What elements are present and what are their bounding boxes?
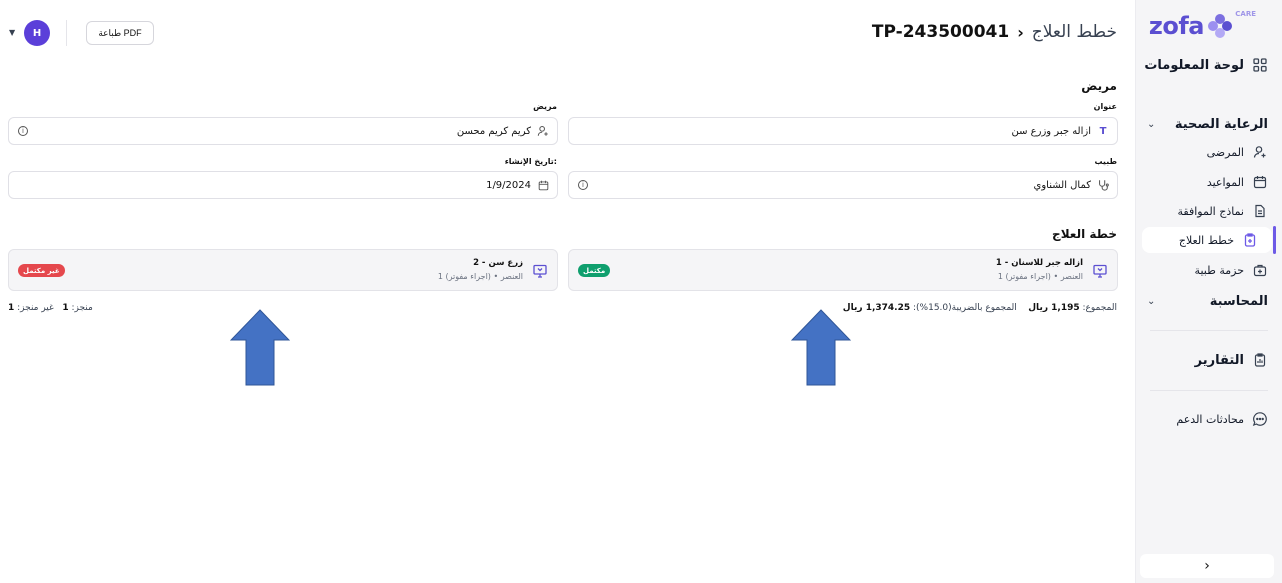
sidebar-item-label: محادثات الدعم bbox=[1176, 412, 1244, 426]
breadcrumb: خطط العلاج › TP-243500041 bbox=[872, 22, 1117, 42]
stethoscope-icon bbox=[1097, 179, 1109, 191]
header-divider bbox=[66, 20, 67, 46]
created-label: تاريخ الإنشاء: bbox=[504, 157, 557, 166]
text-type-icon: T bbox=[1099, 125, 1107, 137]
sidebar-item-consent-forms[interactable]: نماذج الموافقة bbox=[1135, 201, 1282, 221]
monitor-tooth-icon bbox=[533, 263, 547, 278]
logo-suffix: CARE bbox=[1235, 10, 1256, 18]
title-label: عنوان bbox=[1093, 102, 1117, 111]
annotation-arrow-up-icon bbox=[791, 309, 851, 386]
sidebar-item-label: التقارير bbox=[1194, 352, 1244, 368]
annotation-arrow-up-icon bbox=[230, 309, 290, 386]
patient-value: كريم كريم محسن bbox=[456, 125, 531, 137]
info-icon[interactable]: i bbox=[578, 180, 588, 190]
sidebar-item-treatment-plans[interactable]: خطط العلاج bbox=[1142, 227, 1272, 253]
status-badge: غير مكتمل bbox=[18, 264, 65, 277]
patient-field[interactable]: كريم كريم محسن i bbox=[8, 117, 558, 145]
sidebar-item-label: حزمة طبية bbox=[1194, 263, 1244, 277]
sidebar-item-appointments[interactable]: المواعيد bbox=[1135, 172, 1282, 192]
patient-icon bbox=[537, 125, 549, 137]
section-title-patient: مريض bbox=[1081, 79, 1117, 93]
calendar-icon bbox=[1252, 174, 1268, 190]
patient-label: مريض bbox=[533, 102, 557, 111]
sidebar-group-accounting[interactable]: المحاسبة ⌄ bbox=[1135, 291, 1282, 311]
plan-card-title: 1 - ازاله جبر للاسنان bbox=[995, 258, 1083, 268]
grid-icon bbox=[1252, 57, 1268, 73]
chevron-right-icon: › bbox=[1204, 558, 1210, 574]
done-value: 1 bbox=[62, 303, 69, 313]
title-value: ازاله جبر وزرع سن bbox=[1011, 125, 1092, 137]
plan-card-subtitle: 1 العنصر • (اجراء مفوتر) bbox=[437, 272, 523, 281]
total-label: المجموع: bbox=[1082, 303, 1117, 313]
monitor-tooth-icon bbox=[1093, 263, 1107, 278]
logo-mark-icon bbox=[1208, 14, 1232, 38]
page-header: خطط العلاج › TP-243500041 طباعة PDF H ▼ bbox=[0, 0, 1135, 66]
sidebar-group-label: الرعاية الصحية bbox=[1174, 116, 1268, 132]
active-indicator bbox=[1273, 226, 1276, 254]
document-icon bbox=[1252, 203, 1268, 219]
breadcrumb-root-link[interactable]: خطط العلاج bbox=[1032, 22, 1117, 42]
sidebar-item-support[interactable]: محادثات الدعم bbox=[1135, 409, 1282, 429]
calendar-icon bbox=[537, 179, 549, 191]
sidebar-item-label: المواعيد bbox=[1206, 175, 1244, 189]
doctor-value: كمال الشناوي bbox=[1033, 179, 1092, 191]
plan-card-subtitle: 1 العنصر • (اجراء مفوتر) bbox=[997, 272, 1083, 281]
chat-icon bbox=[1252, 411, 1268, 427]
sidebar-item-label: نماذج الموافقة bbox=[1177, 204, 1245, 218]
not-done-label: غير منجز: bbox=[17, 303, 54, 313]
sidebar-item-label: المرضى bbox=[1206, 145, 1244, 159]
page-title: TP-243500041 bbox=[871, 22, 1010, 42]
treatment-plan-icon bbox=[1242, 232, 1258, 248]
total-tax-label: المجموع بالضريبة(15.0%): bbox=[912, 303, 1017, 313]
breadcrumb-separator-icon: › bbox=[1017, 22, 1024, 42]
avatar[interactable]: H bbox=[24, 20, 50, 46]
doctor-field[interactable]: كمال الشناوي i bbox=[568, 171, 1118, 199]
chevron-down-icon[interactable]: ▼ bbox=[9, 28, 15, 37]
doctor-label: طبيب bbox=[1094, 157, 1117, 166]
info-icon[interactable]: i bbox=[18, 126, 28, 136]
total-tax-value: 1,374.25 ريال bbox=[842, 303, 911, 313]
reports-icon bbox=[1252, 352, 1268, 368]
sidebar-item-patients[interactable]: المرضى bbox=[1135, 142, 1282, 162]
patient-icon bbox=[1252, 144, 1268, 160]
title-field[interactable]: T ازاله جبر وزرع سن bbox=[568, 117, 1118, 145]
done-label: منجز: bbox=[71, 303, 93, 313]
sidebar-item-dashboard[interactable]: لوحة المعلومات bbox=[1135, 55, 1282, 75]
not-done-value: 1 bbox=[8, 303, 15, 313]
sidebar-divider bbox=[1150, 390, 1268, 391]
sidebar-item-reports[interactable]: التقارير bbox=[1135, 349, 1282, 371]
total-value: 1,195 ريال bbox=[1028, 303, 1080, 313]
sidebar-divider bbox=[1150, 330, 1268, 331]
sidebar: zofa CARE لوحة المعلومات الرعاية الصحية … bbox=[1135, 0, 1282, 583]
medical-kit-icon bbox=[1252, 262, 1268, 278]
created-date-field[interactable]: 1/9/2024 bbox=[8, 171, 558, 199]
chevron-down-icon: ⌄ bbox=[1147, 118, 1156, 130]
status-badge: مكتمل bbox=[578, 264, 611, 277]
print-pdf-button[interactable]: طباعة PDF bbox=[86, 21, 154, 45]
plan-card-2[interactable]: 2 - زرع سن 1 العنصر • (اجراء مفوتر) غير … bbox=[8, 249, 558, 291]
logo-text: zofa bbox=[1148, 12, 1205, 40]
app-logo[interactable]: zofa CARE bbox=[1148, 10, 1256, 40]
section-title-treatment-plan: خطة العلاج bbox=[1052, 227, 1117, 241]
created-date-value: 1/9/2024 bbox=[486, 179, 531, 191]
sidebar-group-label: المحاسبة bbox=[1209, 293, 1268, 309]
plan-card-1[interactable]: 1 - ازاله جبر للاسنان 1 العنصر • (اجراء … bbox=[568, 249, 1118, 291]
completion-counts: منجز: 1 غير منجز: 1 bbox=[8, 303, 93, 313]
sidebar-item-medical-kit[interactable]: حزمة طبية bbox=[1135, 260, 1282, 280]
sidebar-collapse-button[interactable]: › bbox=[1140, 554, 1274, 578]
sidebar-group-healthcare[interactable]: الرعاية الصحية ⌄ bbox=[1135, 114, 1282, 134]
plan-card-title: 2 - زرع سن bbox=[473, 258, 523, 268]
sidebar-item-label: لوحة المعلومات bbox=[1144, 57, 1244, 73]
chevron-down-icon: ⌄ bbox=[1147, 295, 1156, 307]
plan-totals: المجموع: 1,195 ريال المجموع بالضريبة(15.… bbox=[843, 303, 1117, 313]
sidebar-item-label: خطط العلاج bbox=[1178, 233, 1234, 247]
